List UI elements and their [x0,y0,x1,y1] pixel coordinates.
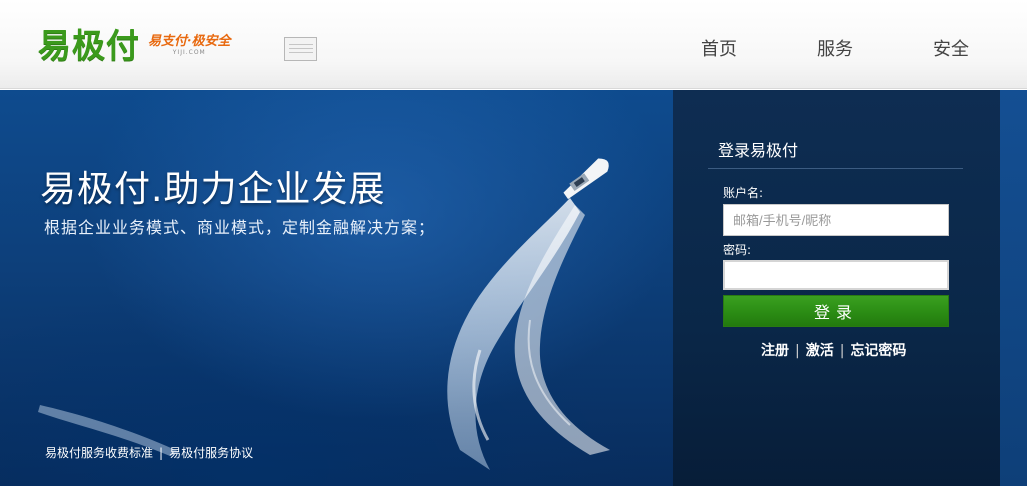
account-label: 账户名: [723,186,764,200]
top-header: 易极付 易支付·极安全 YIJI.COM 首页 服务 安全 [0,0,1027,89]
logo-wordmark: 易极付 [38,26,140,65]
nav-item-home[interactable]: 首页 [701,35,737,61]
login-title: 登录易极付 [718,141,799,160]
nav-item-security[interactable]: 安全 [933,35,969,61]
certificate-badge-icon[interactable] [284,37,317,61]
forgot-password-link[interactable]: 忘记密码 [850,343,906,359]
password-label: 密码: [723,243,752,257]
logo-domain: YIJI.COM [172,49,206,56]
login-title-divider [708,168,963,169]
speedboat-image [447,158,610,470]
login-helper-links: 注册 | 激活 | 忘记密码 [761,340,906,360]
hero-banner: 易极付.助力企业发展 根据企业业务模式、商业模式，定制金融解决方案； 易极付服务… [0,90,1027,486]
login-panel: 登录易极付 账户名: 密码: 登录 注册 | 激活 | 忘记密码 [673,90,1000,486]
hero-subtitle: 根据企业业务模式、商业模式，定制金融解决方案； [44,218,436,237]
login-button[interactable]: 登录 [723,295,949,327]
logo-slogan: 易支付·极安全 [148,34,231,49]
link-separator: | [839,343,845,359]
activate-link[interactable]: 激活 [806,343,834,359]
banner-right-edge [1000,90,1027,486]
nav-item-services[interactable]: 服务 [817,35,853,61]
link-separator: | [795,343,800,359]
service-agreement-link[interactable]: 易极付服务协议 [169,446,253,460]
footer-link-separator: | [159,446,164,460]
account-input[interactable] [723,204,949,236]
site-logo[interactable]: 易极付 易支付·极安全 YIJI.COM [38,26,231,66]
password-input[interactable] [723,260,949,290]
fee-standard-link[interactable]: 易极付服务收费标准 [45,446,153,460]
banner-footer-links: 易极付服务收费标准 | 易极付服务协议 [45,444,253,461]
register-link[interactable]: 注册 [761,343,789,359]
hero-title: 易极付.助力企业发展 [40,169,386,210]
logo-tagline-group: 易支付·极安全 YIJI.COM [148,34,231,57]
